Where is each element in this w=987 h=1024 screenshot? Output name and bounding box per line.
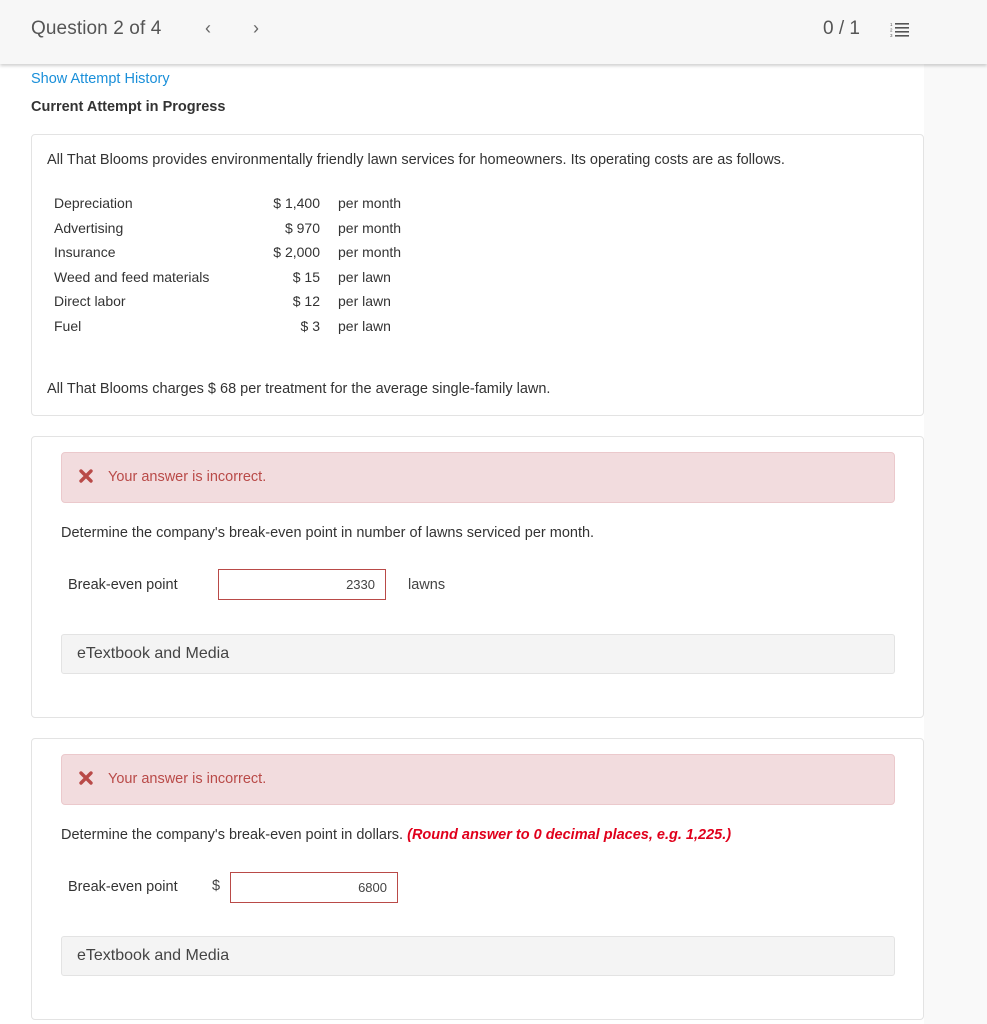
problem-intro: All That Blooms provides environmentally… — [47, 152, 785, 168]
problem-card: All That Blooms provides environmentally… — [31, 134, 924, 416]
incorrect-feedback: Your answer is incorrect. — [61, 452, 895, 503]
question-text: Determine the company's break-even point… — [61, 525, 594, 541]
svg-text:1: 1 — [890, 22, 893, 27]
question-part-2: Your answer is incorrect. Determine the … — [31, 738, 924, 1020]
question-prompt: Determine the company's break-even point… — [61, 525, 595, 541]
cost-label: Fuel — [54, 317, 82, 334]
question-prompt: Determine the company's break-even point… — [61, 827, 408, 843]
unit-label: lawns — [408, 577, 446, 593]
svg-text:3: 3 — [890, 33, 893, 38]
cost-amount: $ 1,400 — [273, 195, 320, 211]
feedback-text: Your answer is incorrect. — [108, 469, 267, 485]
cost-unit: per month — [338, 219, 402, 236]
break-even-dollars-input[interactable] — [230, 872, 398, 903]
etextbook-media-label: eTextbook and Media — [77, 645, 230, 662]
break-even-lawns-input[interactable] — [218, 569, 386, 600]
score-display: 0 / 1 — [823, 18, 860, 39]
cost-unit: per lawn — [338, 293, 391, 310]
numbered-list-icon[interactable]: 1 2 3 — [890, 22, 910, 38]
etextbook-media-button[interactable]: eTextbook and Media — [61, 936, 895, 976]
question-header: Question 2 of 4 ‹ › 0 / 1 1 2 3 — [0, 0, 987, 64]
feedback-text: Your answer is incorrect. — [108, 771, 267, 787]
x-icon — [79, 469, 93, 483]
break-even-label: Break-even point — [68, 879, 178, 895]
cost-amount: $ 3 — [300, 317, 320, 334]
chevron-left-icon[interactable]: ‹ — [200, 18, 216, 39]
cost-label: Advertising — [54, 219, 124, 236]
question-text: Determine the company's break-even point… — [61, 827, 731, 843]
rounding-hint: (Round answer to 0 decimal places, e.g. … — [407, 827, 732, 843]
cost-unit: per month — [338, 244, 402, 261]
question-part-1: Your answer is incorrect. Determine the … — [31, 436, 924, 718]
cost-label: Insurance — [54, 244, 116, 261]
cost-label: Direct labor — [54, 293, 126, 310]
cost-label: Weed and feed materials — [54, 268, 210, 285]
svg-text:2: 2 — [890, 28, 893, 33]
cost-amount: $ 970 — [284, 219, 320, 236]
currency-prefix: $ — [212, 878, 221, 894]
etextbook-media-button[interactable]: eTextbook and Media — [61, 634, 895, 674]
cost-unit: per month — [338, 195, 402, 211]
cost-unit: per lawn — [338, 268, 391, 285]
x-icon — [79, 771, 93, 785]
break-even-label: Break-even point — [68, 577, 178, 593]
charges-statement: All That Blooms charges $ 68 per treatme… — [47, 381, 551, 397]
cost-amount: $ 15 — [292, 268, 320, 285]
show-attempt-history-link[interactable]: Show Attempt History — [31, 71, 170, 87]
cost-label: Depreciation — [54, 195, 133, 211]
chevron-right-icon[interactable]: › — [248, 18, 264, 39]
incorrect-feedback: Your answer is incorrect. — [61, 754, 895, 805]
cost-amount: $ 12 — [292, 293, 320, 310]
attempt-status: Current Attempt in Progress — [31, 99, 226, 115]
cost-unit: per lawn — [338, 317, 391, 334]
question-position: Question 2 of 4 — [31, 18, 162, 39]
cost-amount: $ 2,000 — [273, 244, 320, 261]
etextbook-media-label: eTextbook and Media — [77, 947, 230, 964]
